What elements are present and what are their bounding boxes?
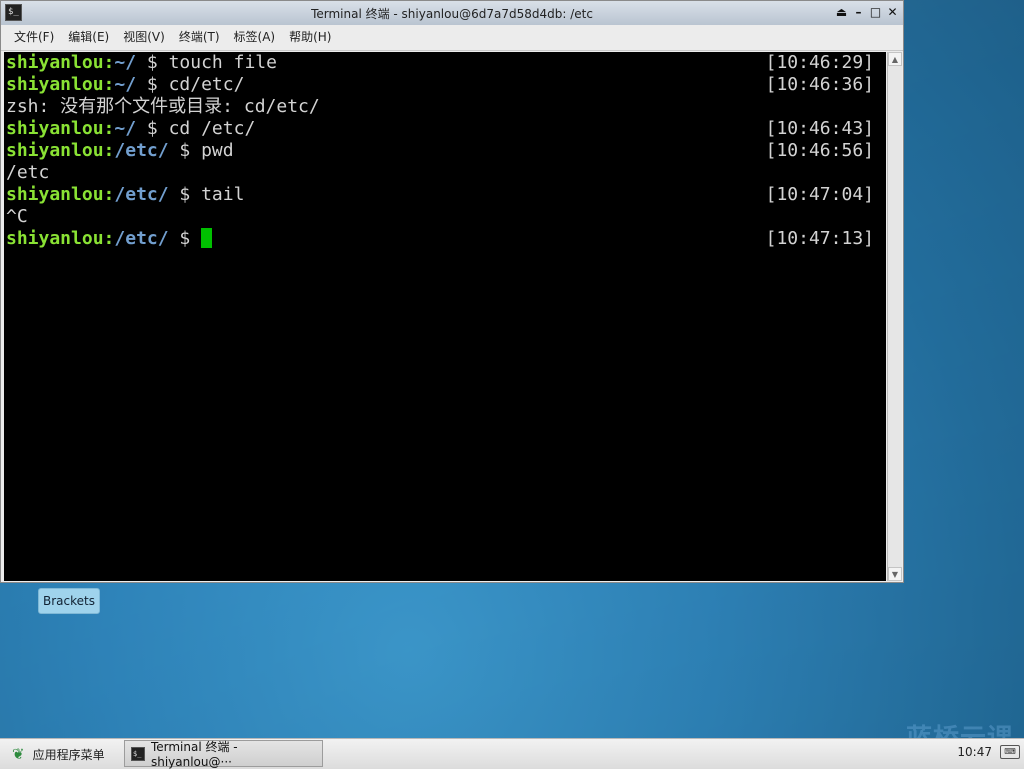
terminal-window: $_ Terminal 终端 - shiyanlou@6d7a7d58d4db:… [0,0,904,583]
prompt-user: shiyanlou [6,74,104,95]
menu-edit[interactable]: 编辑(E) [61,25,116,50]
menu-tabs[interactable]: 标签(A) [227,25,283,50]
prompt-separator: : [103,228,115,249]
command-text: $ [168,228,202,249]
terminal-prompt-line: shiyanlou:/etc/ $ tail [6,184,244,206]
command-text: $ touch file [136,52,277,73]
prompt-separator: : [103,118,115,139]
prompt-separator: : [103,52,115,73]
command-text: $ cd /etc/ [136,118,256,139]
terminal-prompt-line: shiyanlou:~/ $ touch file [6,52,277,74]
prompt-path: ~/ [114,52,137,73]
command-text: $ cd/etc/ [136,74,245,95]
prompt-path: ~/ [114,118,137,139]
output-text: /etc [6,162,50,183]
terminal-output-line: zsh: 没有那个文件或目录: cd/etc/ [6,96,320,118]
menu-terminal[interactable]: 终端(T) [172,25,227,50]
prompt-path: /etc/ [114,228,169,249]
terminal-prompt-line: shiyanlou:~/ $ cd /etc/ [6,118,255,140]
prompt-timestamp: [10:46:36] [765,74,874,95]
menu-help[interactable]: 帮助(H) [282,25,338,50]
prompt-path: /etc/ [114,140,169,161]
prompt-path: /etc/ [114,184,169,205]
window-title: Terminal 终端 - shiyanlou@6d7a7d58d4db: /e… [311,7,593,21]
leaf-icon: ❦ [12,745,25,763]
terminal-output-line: /etc [6,162,49,184]
scroll-down-arrow-icon[interactable]: ▼ [888,567,902,581]
taskbar-item-label: Terminal 终端 - shiyanlou@··· [150,740,238,769]
terminal-icon: $_ [131,746,145,761]
command-text: $ tail [168,184,245,205]
minimize-button[interactable]: – [850,4,867,21]
menu-file[interactable]: 文件(F) [1,25,61,50]
command-text: $ pwd [168,140,234,161]
terminal-output-line: ^C [6,206,28,228]
scroll-up-arrow-icon[interactable]: ▲ [888,52,902,66]
applications-menu-label: 应用程序菜单 [32,747,105,762]
taskbar: ❦ 应用程序菜单 $_ Terminal 终端 - shiyanlou@··· … [0,738,1024,769]
prompt-user: shiyanlou [6,228,104,249]
maximize-button[interactable]: □ [867,4,884,21]
prompt-timestamp: [10:47:13] [765,228,874,249]
terminal-prompt-line: shiyanlou:~/ $ cd/etc/ [6,74,244,96]
keyboard-icon[interactable]: ⌨ [1000,745,1020,759]
scrollbar[interactable]: ▲ ▼ [887,52,902,581]
menu-view[interactable]: 视图(V) [116,25,172,50]
prompt-separator: : [103,140,115,161]
prompt-separator: : [103,74,115,95]
desktop-icon-brackets[interactable]: Brackets [38,588,100,614]
prompt-timestamp: [10:46:29] [765,52,874,73]
prompt-timestamp: [10:46:56] [765,140,874,161]
close-button[interactable]: ✕ [884,4,901,21]
terminal-area[interactable]: [10:46:29] shiyanlou:~/ $ touch file [10:4… [4,52,886,581]
menu-bar: 文件(F) 编辑(E) 视图(V) 终端(T) 标签(A) 帮助(H) [1,25,903,51]
terminal-prompt-line: shiyanlou:/etc/ $ [6,228,213,250]
output-text: zsh: 没有那个文件或目录: cd/etc/ [6,96,320,117]
prompt-timestamp: [10:46:43] [765,118,874,139]
prompt-path: ~/ [114,74,137,95]
terminal-prompt-line: shiyanlou:/etc/ $ pwd [6,140,234,162]
taskbar-item-terminal[interactable]: $_ Terminal 终端 - shiyanlou@··· [124,740,323,769]
prompt-timestamp: [10:47:04] [765,184,874,205]
prompt-user: shiyanlou [6,52,104,73]
prompt-user: shiyanlou [6,118,104,139]
prompt-user: shiyanlou [6,140,104,161]
shade-button[interactable]: ⏏ [833,4,850,21]
output-text: ^C [6,206,28,227]
applications-menu-button[interactable]: ❦ 应用程序菜单 [6,741,111,767]
text-cursor [201,228,213,248]
prompt-user: shiyanlou [6,184,104,205]
prompt-separator: : [103,184,115,205]
window-controls: ⏏ – □ ✕ [833,4,901,21]
title-bar[interactable]: $_ Terminal 终端 - shiyanlou@6d7a7d58d4db:… [1,1,903,26]
clock[interactable]: 10:47 [957,745,992,759]
